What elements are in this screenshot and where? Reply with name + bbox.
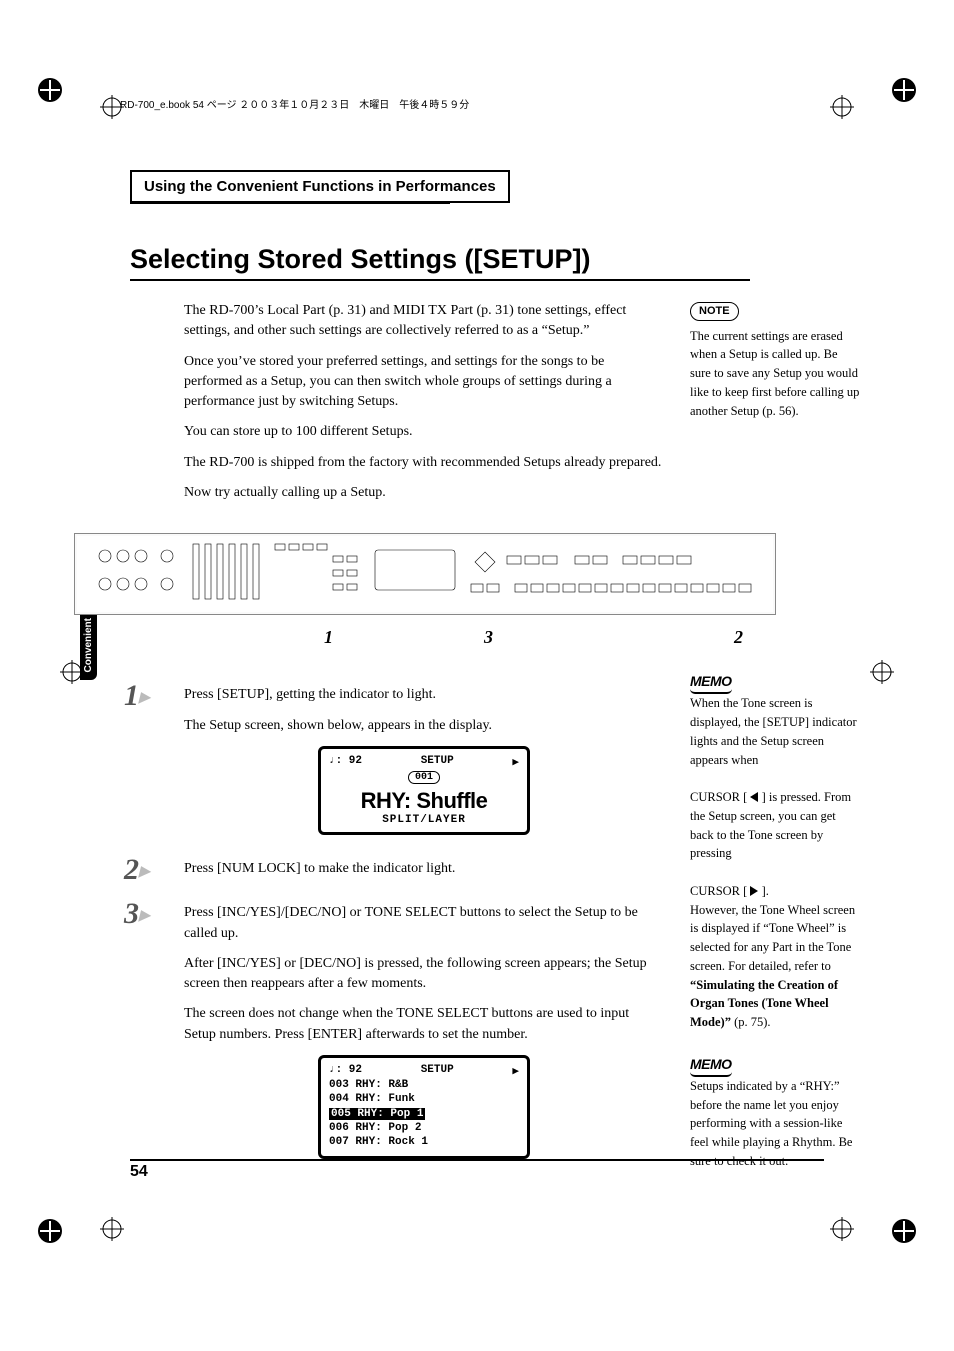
step-3: 3▶ Press [INC/YES]/[DEC/NO] or TONE SELE… — [184, 903, 664, 1158]
callout-1: 1 — [324, 627, 333, 648]
crop-mark-icon — [30, 1211, 70, 1251]
main-column: The RD-700’s Local Part (p. 31) and MIDI… — [184, 301, 664, 513]
step-title: Press [SETUP], getting the indicator to … — [184, 685, 664, 705]
step-body: The Setup screen, shown below, appears i… — [184, 716, 664, 736]
registration-icon — [830, 95, 854, 119]
intro-para: The RD-700’s Local Part (p. 31) and MIDI… — [184, 301, 664, 342]
figure-callouts: 1 3 2 — [74, 627, 774, 651]
lcd-tempo: ♩: 92 — [329, 755, 362, 769]
callout-3: 3 — [484, 627, 493, 648]
step-title: Press [NUM LOCK] to make the indicator l… — [184, 859, 664, 879]
lcd-big-text: RHY: Shuffle — [329, 784, 519, 814]
page-heading: Selecting Stored Settings ([SETUP]) — [130, 244, 824, 275]
section-header: Using the Convenient Functions in Perfor… — [130, 170, 510, 203]
lcd-tempo: ♩: 92 — [329, 1064, 362, 1078]
lcd-screen-1: ♩: 92 SETUP ▶ 001 RHY: Shuffle SPLIT/LAY… — [318, 746, 530, 835]
step-body: The screen does not change when the TONE… — [184, 1004, 664, 1045]
rule — [130, 279, 750, 281]
memo-text: Setups indicated by a “RHY:” before the … — [690, 1077, 860, 1171]
cursor-right-icon: ▶ — [512, 755, 519, 769]
side-column-lower: MEMO When the Tone screen is displayed, … — [690, 661, 860, 1170]
page-number: 54 — [130, 1161, 824, 1181]
step-2: 2▶ Press [NUM LOCK] to make the indicato… — [184, 859, 664, 879]
steps-column: 1▶ Press [SETUP], getting the indicator … — [184, 661, 664, 1158]
lcd-title: SETUP — [421, 1064, 454, 1078]
note-label: NOTE — [690, 302, 739, 321]
intro-para: Once you’ve stored your preferred settin… — [184, 352, 664, 413]
step-number: 3▶ — [124, 897, 150, 931]
lcd-screen-2: ♩: 92 SETUP ▶ 003 RHY: R&B004 RHY: Funk0… — [318, 1055, 530, 1158]
cursor-right-icon: ▶ — [512, 1064, 519, 1078]
intro-para: Now try actually calling up a Setup. — [184, 483, 664, 503]
intro-para: The RD-700 is shipped from the factory w… — [184, 453, 664, 473]
step-number: 2▶ — [124, 853, 150, 887]
crop-mark-icon — [884, 70, 924, 110]
step-body: After [INC/YES] or [DEC/NO] is pressed, … — [184, 954, 664, 995]
lcd-title: SETUP — [421, 755, 454, 769]
side-column: NOTE The current settings are erased whe… — [690, 301, 860, 420]
panel-diagram — [74, 533, 776, 615]
lcd-footer: SPLIT/LAYER — [329, 814, 519, 826]
memo-label: MEMO — [690, 1054, 732, 1075]
step-number: 1▶ — [124, 679, 150, 713]
lcd-setup-number: 001 — [408, 771, 440, 784]
memo-text: When the Tone screen is displayed, the [… — [690, 694, 860, 1032]
step-title: Press [INC/YES]/[DEC/NO] or TONE SELECT … — [184, 903, 664, 944]
build-header: RD-700_e.book 54 ページ ２００３年１０月２３日 木曜日 午後４… — [120, 96, 469, 111]
registration-icon — [100, 1217, 124, 1241]
registration-icon — [870, 660, 894, 684]
callout-2: 2 — [734, 627, 743, 648]
step-1: 1▶ Press [SETUP], getting the indicator … — [184, 685, 664, 835]
intro-para: You can store up to 100 different Setups… — [184, 422, 664, 442]
lcd-list: 003 RHY: R&B004 RHY: Funk005 RHY: Pop 10… — [329, 1078, 519, 1149]
crop-mark-icon — [30, 70, 70, 110]
note-text: The current settings are erased when a S… — [690, 327, 860, 421]
memo-label: MEMO — [690, 671, 732, 692]
crop-mark-icon — [884, 1211, 924, 1251]
page-footer: 54 — [130, 1159, 824, 1181]
registration-icon — [830, 1217, 854, 1241]
